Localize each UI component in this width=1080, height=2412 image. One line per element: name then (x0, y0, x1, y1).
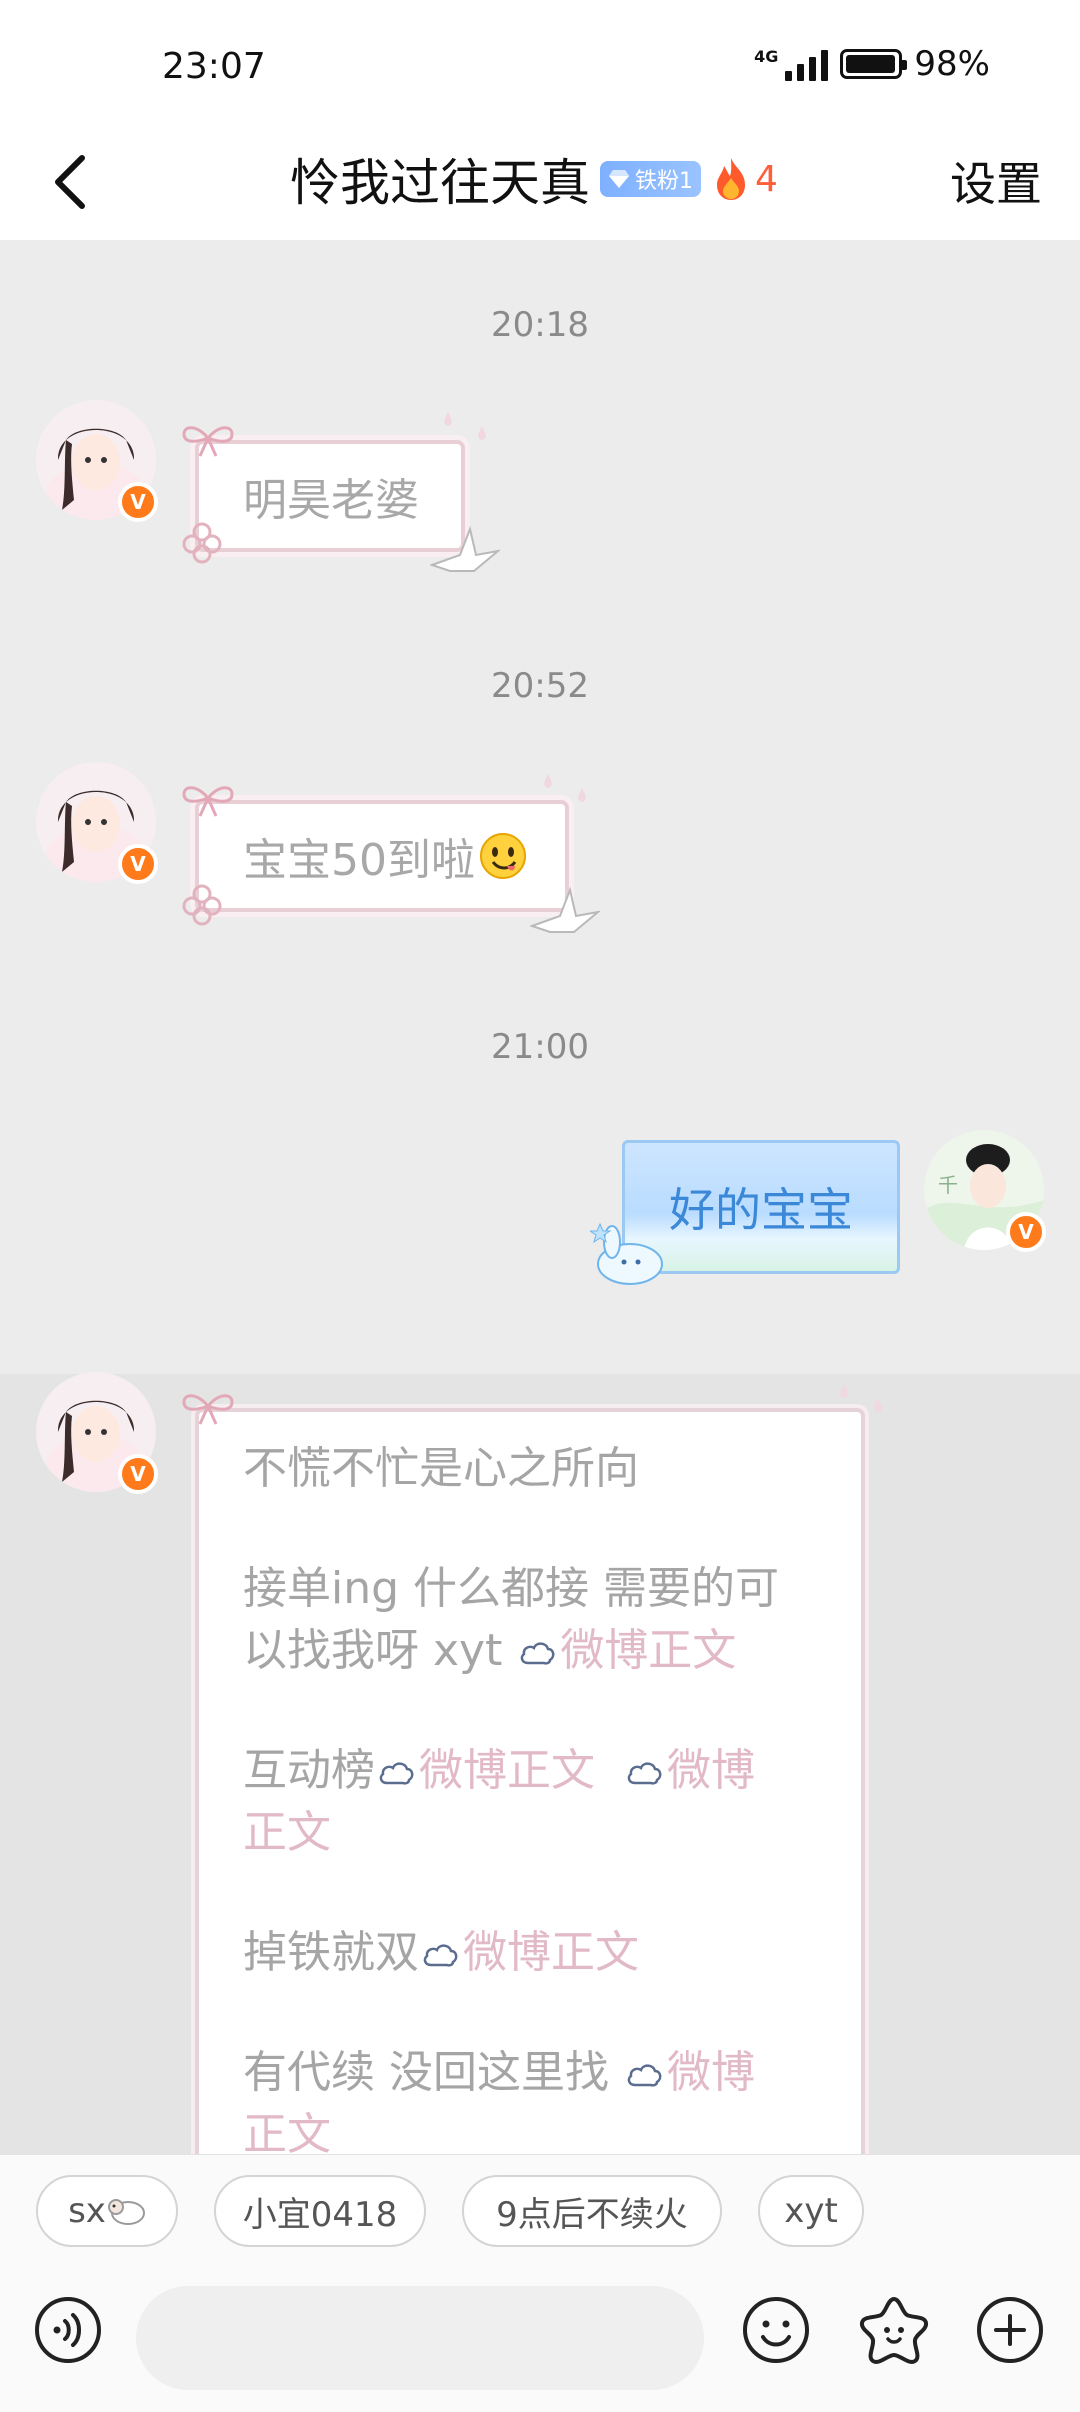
message-line: 有代续 没回这里找 微博 正文 (243, 2047, 755, 2160)
message-timestamp: 20:18 (491, 305, 589, 345)
back-arrow-icon (55, 155, 85, 209)
cloud-icon (520, 1642, 555, 1665)
message-line: 接单ing 什么都接 需要的可 以找我呀 xyt 微博正文 (243, 1563, 780, 1676)
bow-decoration-icon (182, 786, 234, 817)
sticker-icon (860, 2297, 928, 2364)
cloud-icon (627, 2064, 662, 2087)
smile-emoji-icon (480, 833, 526, 879)
weibo-link[interactable]: 微博正文 (419, 1745, 595, 1796)
message-bubble[interactable]: 宝宝50到啦 (195, 800, 569, 912)
fire-streak: 4 (711, 156, 778, 202)
fan-badge: 铁粉1 (600, 161, 701, 197)
fire-count-value: 4 (755, 158, 778, 200)
long-message-bubble[interactable]: 不慌不忙是心之所向 接单ing 什么都接 需要的可 以找我呀 xyt 微博正文 … (195, 1408, 865, 2160)
add-icon (977, 2297, 1043, 2363)
svg-text:千: 千 (938, 1173, 958, 1197)
quick-reply-chip[interactable]: xyt (758, 2175, 864, 2247)
avatar-self[interactable]: 千 V (924, 1130, 1046, 1252)
message-line: 掉铁就双 微博正文 (243, 1927, 639, 1978)
sticker-button[interactable] (858, 2294, 930, 2366)
message-line: 不慌不忙是心之所向 (243, 1443, 639, 1494)
flower-decoration-icon (182, 522, 222, 564)
droplet-decoration-icon (840, 1384, 882, 1412)
avatar[interactable]: V (36, 400, 158, 522)
cloud-icon (627, 1762, 662, 1785)
status-bar: 23:07 4G 98% (0, 0, 1080, 130)
message-timestamp: 20:52 (491, 666, 589, 706)
status-time: 23:07 (162, 46, 266, 87)
quick-reply-chip[interactable]: sx (36, 2175, 178, 2247)
avatar[interactable]: V (36, 1372, 158, 1494)
back-button[interactable] (30, 142, 110, 222)
emoji-icon (743, 2297, 809, 2363)
page-title: 怜我过往天真 (290, 154, 590, 212)
network-type: 4G (754, 47, 779, 66)
voice-icon (35, 2297, 101, 2363)
message-text: 宝宝50到啦 (243, 835, 475, 886)
flower-decoration-icon (182, 884, 222, 926)
cloud-icon (379, 1762, 414, 1785)
bow-decoration-icon (182, 1394, 234, 1425)
sheep-emoji-icon (107, 2199, 145, 2225)
bunny-sticker-icon (590, 1222, 663, 1285)
bow-decoration-icon (182, 426, 234, 457)
verified-badge-icon: V (1006, 1212, 1046, 1252)
weibo-link[interactable]: 微博正文 (463, 1927, 639, 1978)
verified-badge-icon: V (118, 482, 158, 522)
quick-reply-chip[interactable]: 9点后不续火 (462, 2175, 722, 2247)
fire-icon (717, 158, 745, 200)
battery-icon (840, 49, 908, 79)
droplet-decoration-icon (544, 774, 586, 802)
settings-button[interactable]: 设置 (950, 148, 1042, 214)
message-timestamp: 21:00 (491, 1027, 589, 1067)
quick-reply-chip[interactable]: 小宜0418 (214, 2175, 426, 2247)
input-bar (0, 2264, 1080, 2412)
status-indicators: 4G 98% (754, 44, 990, 84)
emoji-button[interactable] (740, 2294, 812, 2366)
weibo-link[interactable]: 微博正文 (560, 1625, 736, 1676)
chat-header: 怜我过往天真 铁粉1 4 设置 (0, 130, 1080, 240)
verified-badge-icon: V (118, 844, 158, 884)
add-button[interactable] (974, 2294, 1046, 2366)
paper-crane-icon (530, 886, 600, 933)
message-text: 好的宝宝 (669, 1183, 853, 1237)
voice-button[interactable] (32, 2294, 104, 2366)
title-group[interactable]: 怜我过往天真 铁粉1 4 (290, 144, 778, 214)
quick-reply-bar: sx 小宜0418 9点后不续火 xyt (0, 2154, 1080, 2264)
message-text: 明昊老婆 (243, 475, 419, 526)
signal-icon: 4G (754, 47, 829, 81)
quick-reply-label: sx (68, 2191, 106, 2231)
fan-badge-label: 铁粉1 (635, 169, 693, 194)
diamond-icon (609, 170, 629, 188)
battery-percent: 98% (914, 44, 990, 84)
avatar[interactable]: V (36, 762, 158, 884)
message-input[interactable] (136, 2286, 704, 2390)
droplet-decoration-icon (444, 412, 486, 440)
paper-crane-icon (430, 525, 500, 572)
message-line: 互动榜 微博正文 微博 正文 (243, 1745, 755, 1858)
cloud-icon (423, 1944, 458, 1967)
verified-badge-icon: V (118, 1454, 158, 1494)
